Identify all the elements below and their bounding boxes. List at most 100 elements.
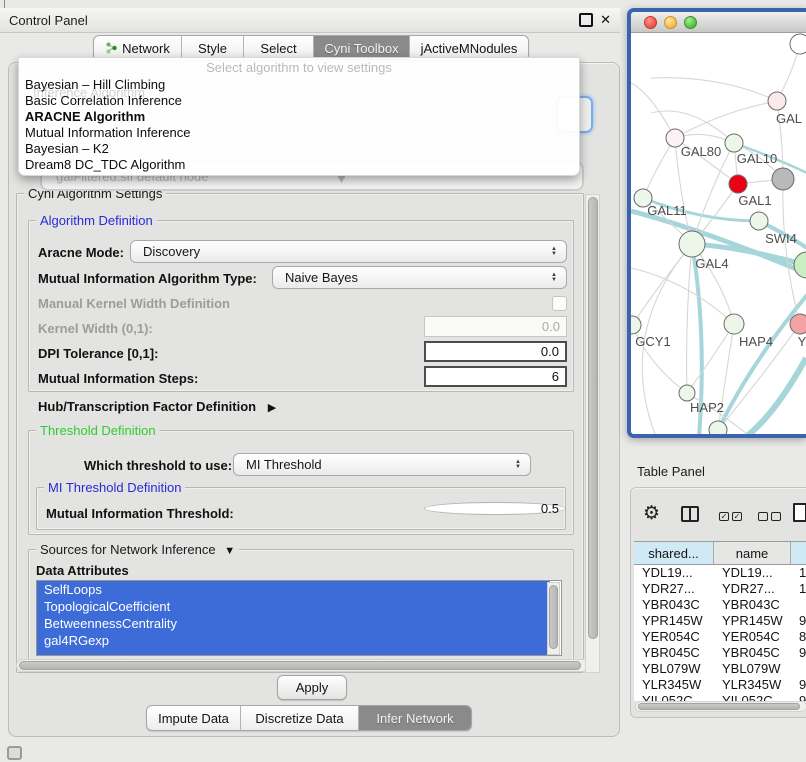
table-cell: YDR27... [634, 581, 714, 597]
tab-infer-network[interactable]: Infer Network [359, 706, 471, 730]
network-edge[interactable] [687, 324, 734, 393]
table-cell [791, 661, 806, 677]
application-root: Control Panel ✕ NetworkStyleSelectCyni T… [0, 0, 806, 762]
aracne-mode-select[interactable]: Discovery ▲▼ [130, 240, 567, 263]
mi-steps-field[interactable]: 6 [424, 366, 567, 387]
aracne-mode-label: Aracne Mode: [38, 245, 124, 260]
minimize-window-icon[interactable] [664, 16, 677, 29]
algorithm-option-dream8-dc-tdc-algorithm[interactable]: Dream8 DC_TDC Algorithm [19, 157, 579, 173]
algorithm-option-bayesian-hill-climbing[interactable]: Bayesian – Hill Climbing [19, 77, 579, 93]
table-row[interactable]: YBR045CYBR045C9. [634, 645, 806, 661]
mi-threshold-definition-title: MI Threshold Definition [44, 480, 185, 495]
network-edge[interactable] [632, 244, 692, 325]
network-node[interactable] [709, 421, 727, 435]
network-node-gal10[interactable] [725, 134, 743, 152]
network-node-y[interactable] [790, 314, 806, 334]
control-panel-titlebar: Control Panel ✕ [0, 8, 620, 33]
table-row[interactable]: YBL079WYBL079W [634, 661, 806, 677]
mi-threshold-field[interactable]: 0.5 [424, 502, 566, 515]
attribute-item-betweennesscentrality[interactable]: BetweennessCentrality [37, 615, 550, 632]
network-node[interactable] [790, 34, 806, 54]
attribute-item-topologicalcoefficient[interactable]: TopologicalCoefficient [37, 598, 550, 615]
apply-button[interactable]: Apply [277, 675, 347, 700]
kernel-width-field[interactable]: 0.0 [424, 316, 567, 337]
network-graph[interactable]: GALGAL80GAL10GAL1GAL11SWI4GAL4GCY1HAP4YH… [631, 33, 806, 435]
table-row[interactable]: YBR043CYBR043C [634, 597, 806, 613]
network-node[interactable] [772, 168, 794, 190]
column-header-shared[interactable]: shared... [634, 542, 714, 564]
table-header-row: shared...nameA [634, 541, 806, 565]
network-edge[interactable] [675, 101, 777, 138]
zoom-window-icon[interactable] [684, 16, 697, 29]
table-cell: YDL19... [634, 565, 714, 581]
hub-definition-toggle[interactable]: Hub/Transcription Factor Definition ▶ [38, 399, 276, 414]
network-node[interactable] [794, 252, 806, 278]
network-node-gcy1[interactable] [631, 316, 641, 334]
list-vertical-scrollbar[interactable] [547, 582, 560, 655]
list-item-partial[interactable] [37, 649, 550, 656]
network-node-hap2[interactable] [679, 385, 695, 401]
table-settings-gear-icon[interactable]: ⚙ [643, 504, 660, 523]
table-cell: 9. [791, 693, 806, 701]
sources-group-title[interactable]: Sources for Network Inference ▼ [36, 542, 239, 557]
tab-discretize-data[interactable]: Discretize Data [241, 706, 359, 730]
algorithm-option-mutual-information-inference[interactable]: Mutual Information Inference [19, 125, 579, 141]
table-row[interactable]: YPR145WYPR145W9. [634, 613, 806, 629]
table-panel-title: Table Panel [637, 464, 705, 479]
select-all-columns-icon[interactable]: ✓✓ [719, 512, 742, 521]
table-row[interactable]: YIL052CYIL052C9. [634, 693, 806, 701]
attribute-item-selfloops[interactable]: SelfLoops [37, 581, 550, 598]
table-row[interactable]: YDR27...YDR27...12 [634, 581, 806, 597]
split-columns-icon[interactable] [681, 506, 699, 522]
deselect-all-columns-icon[interactable] [758, 512, 781, 521]
control-panel-title: Control Panel [0, 13, 579, 28]
table-cell: YBL079W [714, 661, 791, 677]
settings-horizontal-scrollbar[interactable] [16, 659, 592, 672]
network-edge[interactable] [687, 244, 692, 393]
close-panel-icon[interactable]: ✕ [600, 15, 611, 25]
new-table-icon[interactable] [793, 503, 806, 522]
network-node-gal4[interactable] [679, 231, 705, 257]
table-cell: YLR345W [634, 677, 714, 693]
network-icon [105, 42, 118, 55]
column-header-name[interactable]: name [714, 542, 791, 564]
network-edge[interactable] [783, 179, 800, 324]
tab-label: Style [198, 41, 227, 56]
network-edge[interactable] [746, 358, 806, 435]
table-panel-card: ⚙ ✓✓ shared...nameA YDL19...YDL19...13YD… [630, 487, 806, 718]
tab-label: jActiveMNodules [421, 41, 518, 56]
table-body: YDL19...YDL19...13YDR27...YDR27...12YBR0… [634, 565, 806, 701]
network-edge[interactable] [643, 138, 675, 198]
network-edge[interactable] [631, 268, 734, 324]
network-window-titlebar[interactable] [631, 12, 806, 33]
tab-impute-data[interactable]: Impute Data [147, 706, 241, 730]
network-canvas[interactable]: GALGAL80GAL10GAL1GAL11SWI4GAL4GCY1HAP4YH… [631, 33, 806, 435]
network-node-swi4[interactable] [750, 212, 768, 230]
table-row[interactable]: YER054CYER054C8. [634, 629, 806, 645]
network-node-hap4[interactable] [724, 314, 744, 334]
table-row[interactable]: YDL19...YDL19...13 [634, 565, 806, 581]
close-window-icon[interactable] [644, 16, 657, 29]
dpi-tolerance-field[interactable]: 0.0 [424, 341, 567, 362]
table-cell: YPR145W [634, 613, 714, 629]
manual-kernel-width-checkbox[interactable] [552, 296, 567, 311]
attribute-item-gal4rgexp[interactable]: gal4RGexp [37, 632, 550, 649]
column-header-a[interactable]: A [791, 542, 806, 564]
algorithm-option-aracne-algorithm[interactable]: ARACNE Algorithm [19, 109, 579, 125]
kernel-width-label: Kernel Width (0,1): [38, 321, 153, 336]
algorithm-option-basic-correlation-inference[interactable]: Basic Correlation Inference [19, 93, 579, 109]
settings-vertical-scrollbar[interactable] [585, 194, 600, 673]
which-threshold-select[interactable]: MI Threshold ▲▼ [233, 453, 531, 476]
algorithm-option-bayesian-k2[interactable]: Bayesian – K2 [19, 141, 579, 157]
network-edge[interactable] [651, 78, 777, 101]
data-attributes-list[interactable]: SelfLoopsTopologicalCoefficientBetweenne… [36, 580, 562, 656]
mi-algorithm-type-label: Mutual Information Algorithm Type: [38, 271, 257, 286]
network-node-gal1[interactable] [729, 175, 747, 193]
table-horizontal-scrollbar[interactable] [635, 701, 806, 712]
which-threshold-label: Which threshold to use: [84, 458, 232, 473]
mi-algorithm-type-select[interactable]: Naive Bayes ▲▼ [272, 266, 567, 289]
table-row[interactable]: YLR345WYLR345W9. [634, 677, 806, 693]
network-node-gal[interactable] [768, 92, 786, 110]
restore-panel-icon[interactable] [7, 746, 22, 760]
float-panel-icon[interactable] [579, 13, 593, 27]
